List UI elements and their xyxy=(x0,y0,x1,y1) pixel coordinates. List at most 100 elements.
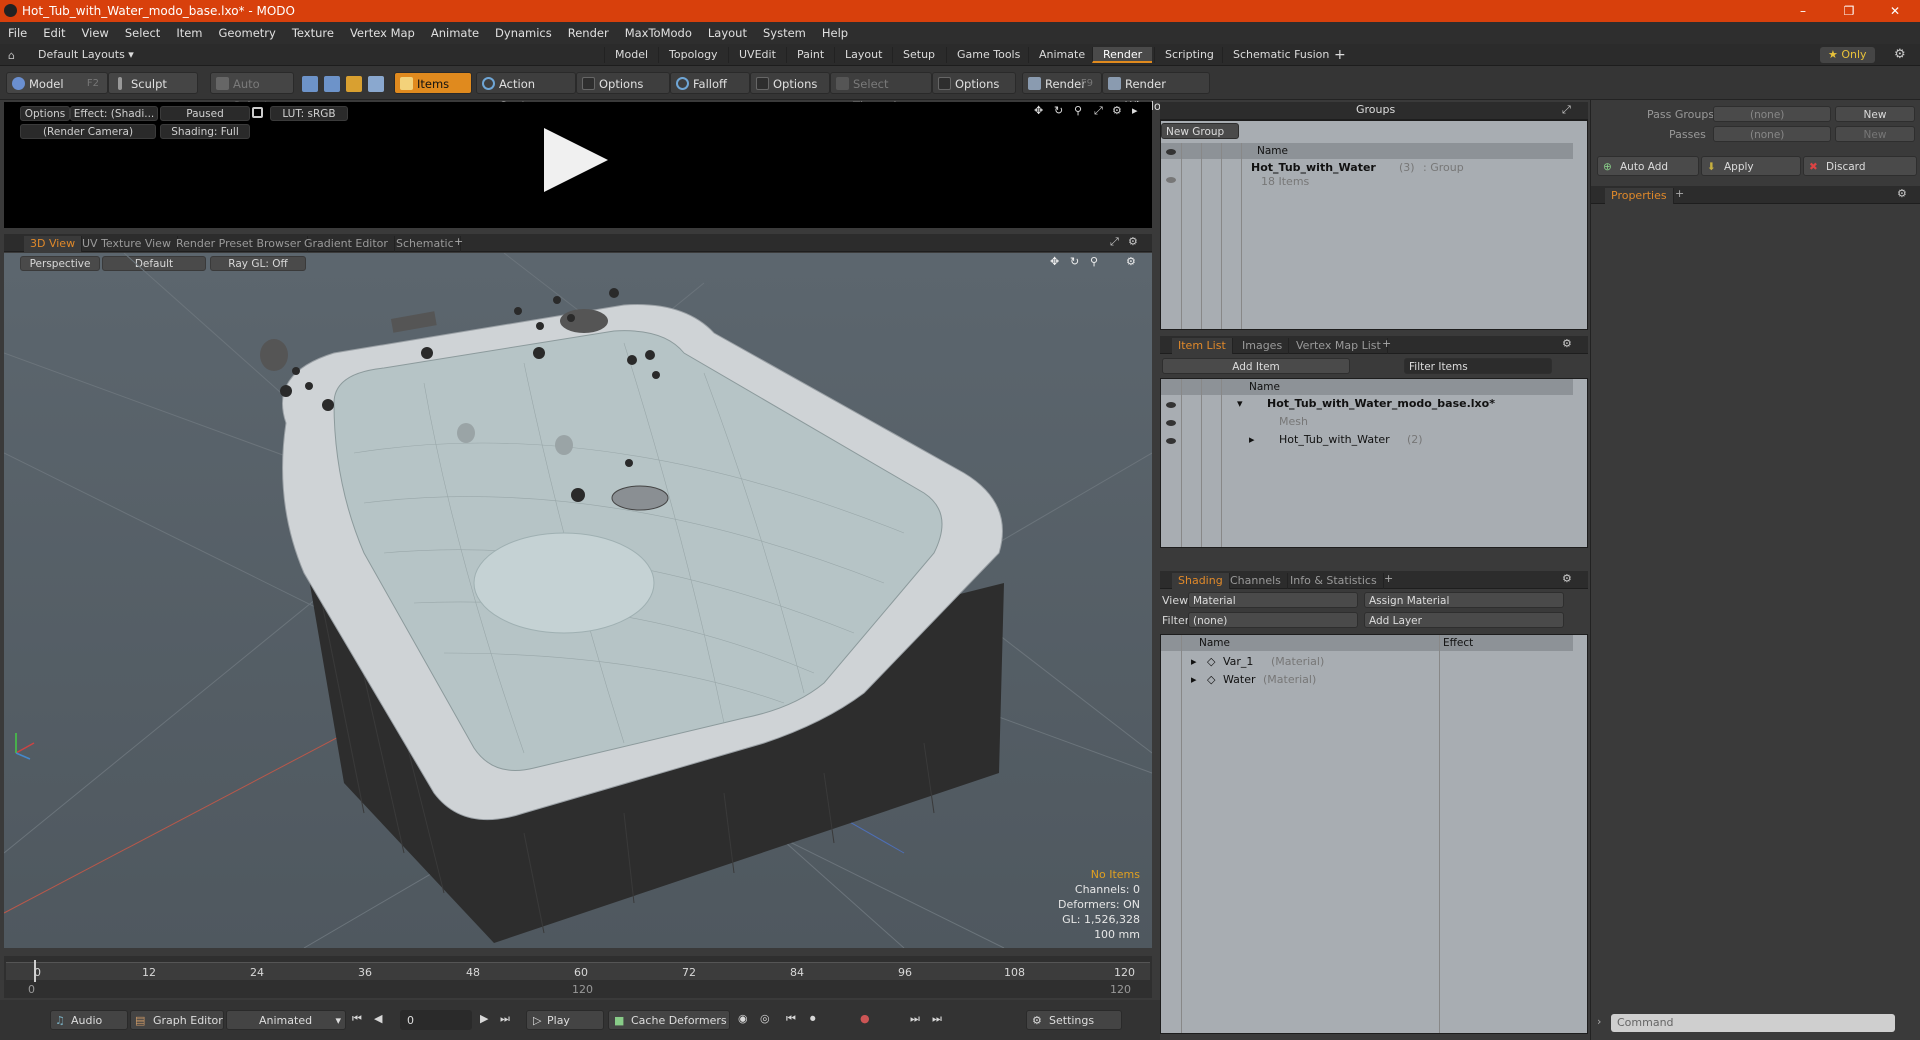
only-button[interactable]: ★ Only xyxy=(1820,47,1875,63)
paused-button[interactable]: Paused xyxy=(160,106,250,121)
last-key-icon[interactable]: ⏭ xyxy=(932,1012,942,1026)
tab-render-preset-browser[interactable]: Render Preset Browser xyxy=(170,236,309,252)
options-button-1[interactable]: Options xyxy=(576,72,670,94)
expand-arrow-icon[interactable]: ▸ xyxy=(1132,104,1138,117)
close-button[interactable]: ✕ xyxy=(1872,0,1918,22)
menu-layout[interactable]: Layout xyxy=(700,26,755,40)
set-key-icon[interactable]: ⏺ xyxy=(810,1012,816,1026)
tab-properties[interactable]: Properties xyxy=(1605,188,1674,204)
tab-model[interactable]: Model xyxy=(604,47,658,63)
maximize-button[interactable]: ❐ xyxy=(1826,0,1872,22)
menu-system[interactable]: System xyxy=(755,26,814,40)
add-layer-dropdown[interactable]: Add Layer xyxy=(1364,612,1564,628)
shading-dropdown[interactable]: Shading: Full xyxy=(160,124,250,139)
layout-home-icon[interactable]: ⌂ xyxy=(8,49,15,62)
panel-settings-icon[interactable]: ⚙ xyxy=(1562,572,1572,585)
minimize-button[interactable]: – xyxy=(1780,0,1826,22)
shading-name-column[interactable]: Name xyxy=(1199,637,1230,649)
action-center-button[interactable]: Action Center xyxy=(476,72,576,113)
add-layout-button[interactable]: + xyxy=(1334,47,1346,63)
tab-setup[interactable]: Setup xyxy=(892,47,945,63)
menu-view[interactable]: View xyxy=(74,26,117,40)
panel-settings-icon[interactable]: ⚙ xyxy=(1128,235,1138,248)
model-mode-button[interactable]: Model F2 xyxy=(6,72,108,94)
discard-button[interactable]: ✖ Discard xyxy=(1803,156,1917,176)
tab-scripting[interactable]: Scripting xyxy=(1154,47,1224,63)
menu-help[interactable]: Help xyxy=(814,26,856,40)
menu-maxtomodo[interactable]: MaxToModo xyxy=(617,26,700,40)
prev-frame-icon[interactable]: ◀ xyxy=(374,1012,382,1025)
shading-effect-column[interactable]: Effect xyxy=(1443,637,1473,649)
lock-icon[interactable] xyxy=(252,107,263,118)
add-item-dropdown[interactable]: Add Item xyxy=(1162,358,1350,374)
eye-icon[interactable] xyxy=(1166,177,1176,183)
sculpt-mode-button[interactable]: Sculpt xyxy=(108,72,198,94)
vertices-mode-icon[interactable] xyxy=(302,76,318,92)
menu-vertex-map[interactable]: Vertex Map xyxy=(342,26,423,40)
play-icon[interactable] xyxy=(544,128,608,192)
groups-name-column[interactable]: Name xyxy=(1257,145,1288,157)
tab-images[interactable]: Images xyxy=(1236,338,1290,354)
frame-input[interactable]: 0 xyxy=(400,1010,472,1030)
tab-schematic-fusion[interactable]: Schematic Fusion xyxy=(1222,47,1339,63)
tab-info-statistics[interactable]: Info & Statistics xyxy=(1284,573,1384,589)
edges-mode-icon[interactable] xyxy=(324,76,340,92)
select-through-button[interactable]: Select Through xyxy=(830,72,932,113)
layout-selector[interactable]: Default Layouts ▾ xyxy=(38,48,134,61)
tab-layout[interactable]: Layout xyxy=(834,47,892,63)
tab-3d-view[interactable]: 3D View xyxy=(24,236,83,252)
maximize-panel-icon[interactable]: ⤢ xyxy=(1562,103,1571,117)
render-options-button[interactable]: Options xyxy=(20,106,70,121)
timeline[interactable]: 0 12 24 36 48 60 72 84 96 108 120 0 120 … xyxy=(4,956,1152,998)
next-frame-icon[interactable]: ▶ xyxy=(480,1012,488,1025)
settings-icon[interactable]: ⚙ xyxy=(1112,104,1122,117)
expand-arrow-icon[interactable]: ▸ xyxy=(1191,673,1197,686)
tab-item-list[interactable]: Item List xyxy=(1172,338,1233,354)
filter-dropdown[interactable]: (none) xyxy=(1188,612,1358,628)
polygons-mode-icon[interactable] xyxy=(346,76,362,92)
falloff-button[interactable]: Falloff xyxy=(670,72,750,94)
add-tab-icon[interactable]: + xyxy=(1675,187,1684,200)
go-start-icon[interactable]: ⏮ xyxy=(352,1012,362,1026)
options-button-3[interactable]: Options xyxy=(932,72,1016,94)
settings-button[interactable]: ⚙ Settings xyxy=(1026,1010,1122,1030)
assign-material-button[interactable]: Assign Material xyxy=(1364,592,1564,608)
new-pass-button[interactable]: New xyxy=(1835,126,1915,142)
render-window-button[interactable]: Render Window xyxy=(1102,72,1210,113)
tab-gradient-editor[interactable]: Gradient Editor xyxy=(298,236,395,252)
panel-settings-icon[interactable]: ⚙ xyxy=(1897,187,1907,200)
add-tab-icon[interactable]: + xyxy=(1384,572,1393,585)
play-button[interactable]: ▷ Play xyxy=(526,1010,604,1030)
itemlist-name-column[interactable]: Name xyxy=(1249,381,1280,393)
graph-editor-button[interactable]: ▤ Graph Editor xyxy=(130,1010,224,1030)
lut-dropdown[interactable]: LUT: sRGB xyxy=(270,106,348,121)
menu-item[interactable]: Item xyxy=(168,26,210,40)
maximize-panel-icon[interactable]: ⤢ xyxy=(1110,235,1119,249)
collapse-arrow-icon[interactable]: ▾ xyxy=(1237,397,1243,410)
tab-paint[interactable]: Paint xyxy=(786,47,834,63)
menu-render[interactable]: Render xyxy=(560,26,617,40)
range-end[interactable]: 120 xyxy=(1110,983,1131,996)
tab-uvedit[interactable]: UVEdit xyxy=(728,47,786,63)
apply-button[interactable]: ⬇ Apply xyxy=(1701,156,1801,176)
command-input[interactable]: Command xyxy=(1611,1014,1895,1032)
add-tab-icon[interactable]: + xyxy=(1382,337,1391,350)
next-key-icon[interactable]: ⏭ xyxy=(910,1012,920,1026)
audio-button[interactable]: ♫ Audio xyxy=(50,1010,128,1030)
auto-select-button[interactable]: Auto Select xyxy=(210,72,294,113)
cache-deformers-button[interactable]: ■ Cache Deformers xyxy=(608,1010,730,1030)
render-preview[interactable]: Options Effect: (Shadi... Paused LUT: sR… xyxy=(4,102,1152,228)
new-pass-group-button[interactable]: New xyxy=(1835,106,1915,122)
range-start[interactable]: 0 xyxy=(28,983,35,996)
tab-channels[interactable]: Channels xyxy=(1224,573,1288,589)
auto-add-button[interactable]: ⊕ Auto Add xyxy=(1597,156,1699,176)
tab-schematic[interactable]: Schematic xyxy=(390,236,461,252)
expand-arrow-icon[interactable]: ▸ xyxy=(1191,655,1197,668)
effect-dropdown[interactable]: Effect: (Shadi... xyxy=(70,106,158,121)
tab-vertex-map-list[interactable]: Vertex Map List xyxy=(1290,338,1388,354)
menu-file[interactable]: File xyxy=(0,26,35,40)
materials-mode-icon[interactable] xyxy=(368,76,384,92)
eye-icon[interactable] xyxy=(1166,420,1176,426)
menu-select[interactable]: Select xyxy=(117,26,168,40)
filter-items-input[interactable]: Filter Items xyxy=(1404,358,1552,374)
